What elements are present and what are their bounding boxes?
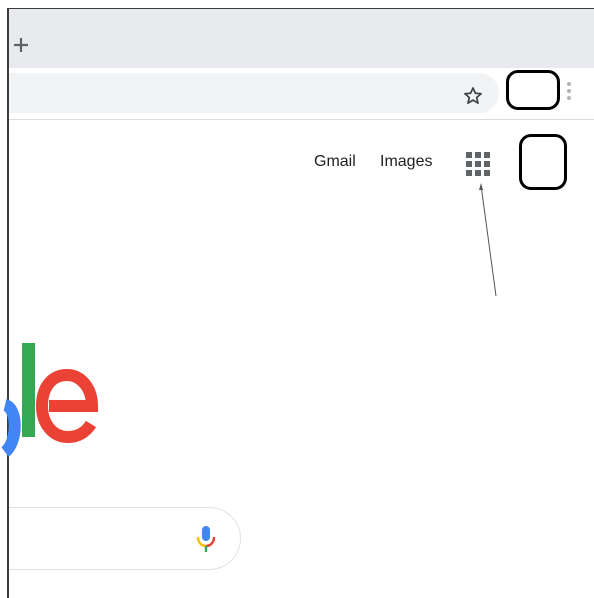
images-link[interactable]: Images — [380, 153, 432, 171]
menu-dot-icon — [567, 89, 571, 93]
google-logo — [0, 343, 99, 457]
account-button[interactable] — [519, 134, 567, 190]
menu-dot-icon — [567, 96, 571, 100]
bookmark-button[interactable] — [462, 85, 484, 107]
browser-menu-button[interactable] — [565, 82, 573, 104]
new-tab-button[interactable] — [12, 36, 30, 54]
profile-button[interactable] — [506, 70, 560, 110]
microphone-icon — [196, 526, 216, 552]
gmail-link[interactable]: Gmail — [314, 153, 356, 171]
tab-strip — [9, 9, 594, 68]
annotation-pointer-line — [479, 183, 497, 297]
menu-dot-icon — [567, 82, 571, 86]
voice-search-button[interactable] — [195, 524, 217, 554]
browser-toolbar — [9, 68, 594, 120]
search-input[interactable] — [9, 507, 241, 570]
plus-icon — [14, 38, 28, 52]
google-apps-button[interactable] — [466, 152, 492, 178]
address-bar[interactable] — [9, 73, 499, 113]
apps-grid-icon — [466, 152, 492, 176]
star-outline-icon — [464, 87, 482, 104]
